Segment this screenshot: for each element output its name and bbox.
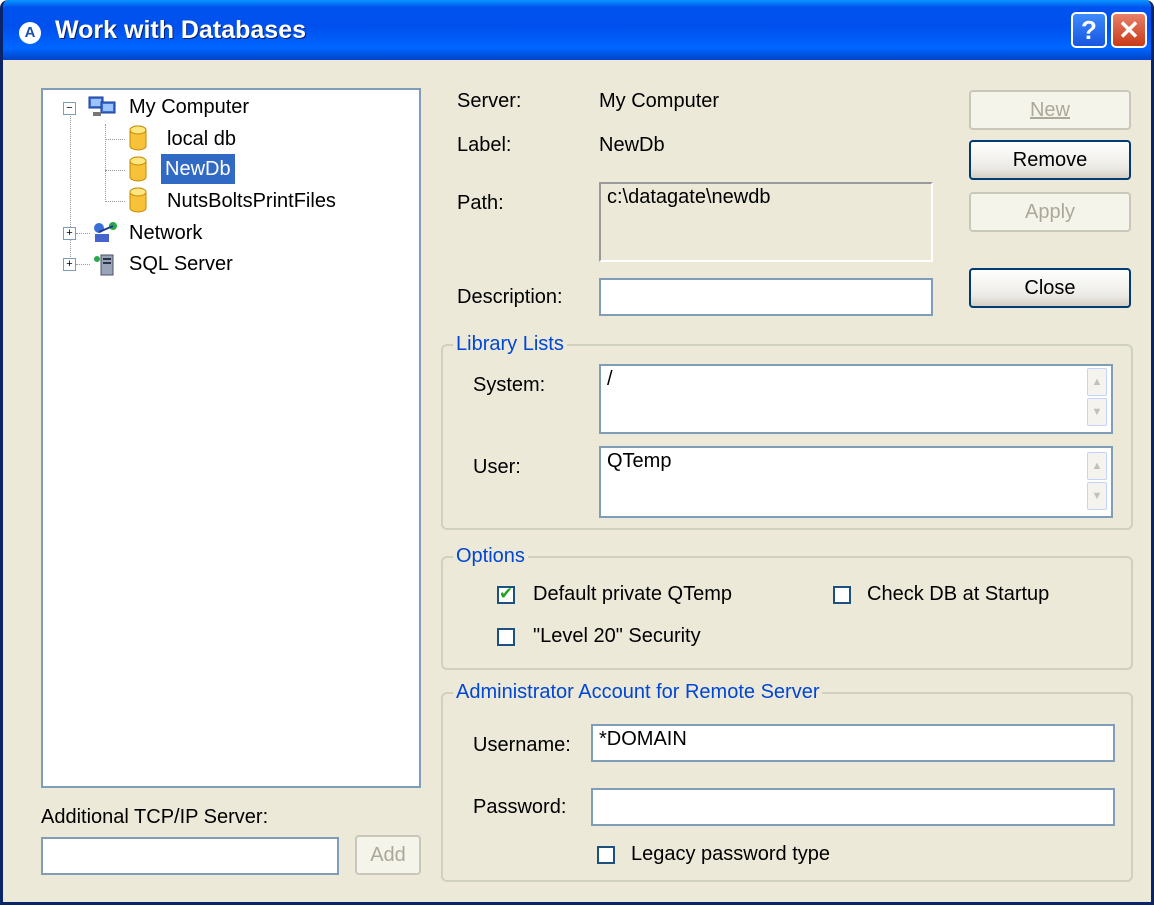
level20-checkbox[interactable] xyxy=(497,628,515,646)
database-tree[interactable]: − My Computer local db NewDb NutsBoltsPr… xyxy=(41,88,421,788)
network-icon xyxy=(94,222,117,242)
username-label: Username: xyxy=(473,734,571,756)
user-label: User: xyxy=(473,456,521,478)
database-icon xyxy=(129,125,147,151)
scroll-up-icon[interactable]: ▲ xyxy=(1087,452,1107,480)
sql-server-icon xyxy=(94,254,114,276)
tree-item-nutsbolts[interactable]: NutsBoltsPrintFiles xyxy=(167,190,336,213)
expand-toggle[interactable]: + xyxy=(63,227,76,240)
tree-item-my-computer[interactable]: My Computer xyxy=(129,96,249,119)
scroll-up-icon[interactable]: ▲ xyxy=(1087,368,1107,396)
tree-connector xyxy=(105,170,125,171)
username-input[interactable]: *DOMAIN xyxy=(591,724,1115,762)
app-logo-icon: A xyxy=(19,22,41,44)
tree-item-newdb[interactable]: NewDb xyxy=(161,154,235,184)
level20-label: "Level 20" Security xyxy=(533,625,701,647)
path-field[interactable]: c:\datagate\newdb xyxy=(599,182,933,262)
system-label: System: xyxy=(473,374,546,396)
legacy-password-label: Legacy password type xyxy=(631,843,831,865)
scroll-down-icon[interactable]: ▼ xyxy=(1087,398,1107,426)
scroll-down-icon[interactable]: ▼ xyxy=(1087,482,1107,510)
title-bar[interactable]: A Work with Databases ? ✕ xyxy=(3,0,1151,60)
label-value: NewDb xyxy=(599,134,665,156)
description-label: Description: xyxy=(457,286,563,308)
tree-connector xyxy=(105,124,106,202)
check-db-label: Check DB at Startup xyxy=(867,583,1050,605)
system-list-input[interactable]: / xyxy=(599,364,1113,434)
description-input[interactable] xyxy=(599,278,933,316)
tree-connector xyxy=(76,233,90,234)
database-icon xyxy=(129,156,147,182)
tree-item-sql-server[interactable]: SQL Server xyxy=(129,253,233,276)
legacy-password-checkbox[interactable] xyxy=(597,846,615,864)
new-button[interactable]: New xyxy=(969,90,1131,130)
close-window-button[interactable]: ✕ xyxy=(1111,12,1147,48)
options-title: Options xyxy=(453,545,528,568)
tree-connector xyxy=(70,110,71,265)
tree-item-local-db[interactable]: local db xyxy=(167,128,236,151)
library-lists-title: Library Lists xyxy=(453,333,567,356)
tree-connector xyxy=(76,264,90,265)
expand-toggle[interactable]: + xyxy=(63,258,76,271)
apply-button[interactable]: Apply xyxy=(969,192,1131,232)
close-button[interactable]: Close xyxy=(969,268,1131,308)
tree-item-network[interactable]: Network xyxy=(129,222,202,245)
options-group xyxy=(441,556,1133,670)
check-db-checkbox[interactable] xyxy=(833,586,851,604)
label-label: Label: xyxy=(457,134,512,156)
dialog-window: A Work with Databases ? ✕ − My Computer xyxy=(0,0,1154,905)
database-icon xyxy=(129,187,147,213)
window-title: Work with Databases xyxy=(55,16,307,44)
password-label: Password: xyxy=(473,796,567,818)
admin-account-title: Administrator Account for Remote Server xyxy=(453,681,823,704)
path-label: Path: xyxy=(457,192,504,214)
add-button[interactable]: Add xyxy=(355,835,421,875)
password-input[interactable] xyxy=(591,788,1115,826)
server-label: Server: xyxy=(457,90,522,112)
tree-connector xyxy=(105,139,125,140)
additional-server-input[interactable] xyxy=(41,837,339,875)
tree-connector xyxy=(105,201,125,202)
computer-icon xyxy=(88,96,116,116)
default-private-label: Default private QTemp xyxy=(533,583,732,605)
server-value: My Computer xyxy=(599,90,720,112)
collapse-toggle[interactable]: − xyxy=(63,102,76,115)
help-button[interactable]: ? xyxy=(1071,12,1107,48)
user-list-input[interactable]: QTemp xyxy=(599,446,1113,518)
remove-button[interactable]: Remove xyxy=(969,140,1131,180)
additional-server-label: Additional TCP/IP Server: xyxy=(41,806,269,828)
default-private-checkbox[interactable] xyxy=(497,584,515,604)
